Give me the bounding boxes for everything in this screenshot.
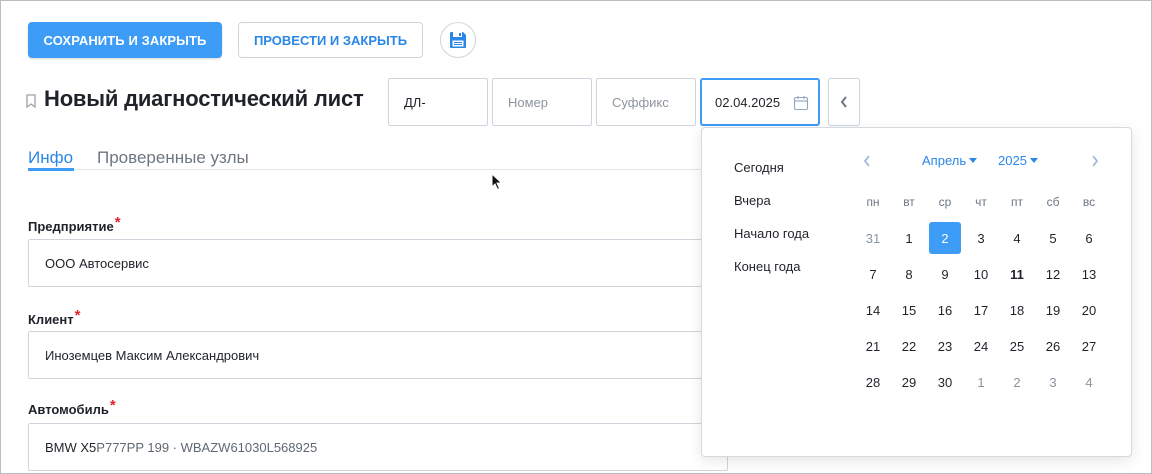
datepicker-popup: Сегодня Вчера Начало года Конец года Апр… xyxy=(701,127,1132,457)
car-label: Автомобиль* xyxy=(28,397,116,417)
calendar-day[interactable]: 3 xyxy=(1035,366,1071,398)
month-select[interactable]: Апрель xyxy=(922,153,978,168)
calendar-day[interactable]: 1 xyxy=(891,222,927,254)
calendar-week: 28 29 30 1 2 3 4 xyxy=(855,364,1107,400)
required-mark: * xyxy=(109,397,116,414)
company-value: ООО Автосервис xyxy=(45,255,149,271)
calendar-icon[interactable] xyxy=(793,95,809,111)
tab-info[interactable]: Инфо xyxy=(28,148,73,168)
save-and-close-button[interactable]: СОХРАНИТЬ И ЗАКРЫТЬ xyxy=(28,22,222,58)
quick-yesterday[interactable]: Вчера xyxy=(734,193,771,208)
calendar-day[interactable]: 8 xyxy=(891,258,927,290)
calendar-day[interactable]: 2 xyxy=(999,366,1035,398)
calendar-day[interactable]: 7 xyxy=(855,258,891,290)
calendar-day[interactable]: 25 xyxy=(999,330,1035,362)
quick-today[interactable]: Сегодня xyxy=(734,160,784,175)
mouse-cursor-icon xyxy=(491,173,503,191)
prefix-field[interactable]: ДЛ- xyxy=(388,78,488,126)
calendar-day[interactable]: 20 xyxy=(1071,294,1107,326)
required-mark: * xyxy=(74,307,81,324)
year-select[interactable]: 2025 xyxy=(998,153,1038,168)
calendar-week: 31 1 2 3 4 5 6 xyxy=(855,220,1107,256)
calendar-day[interactable]: 9 xyxy=(927,258,963,290)
calendar-day[interactable]: 12 xyxy=(1035,258,1071,290)
calendar-day[interactable]: 4 xyxy=(999,222,1035,254)
previous-date-button[interactable] xyxy=(828,78,860,126)
calendar-day[interactable]: 4 xyxy=(1071,366,1107,398)
calendar-day[interactable]: 6 xyxy=(1071,222,1107,254)
date-value: 02.04.2025 xyxy=(715,94,781,110)
save-button[interactable] xyxy=(440,22,476,58)
weekday-label: ср xyxy=(938,195,952,209)
post-and-close-button[interactable]: ПРОВЕСТИ И ЗАКРЫТЬ xyxy=(238,22,423,58)
tabs-divider xyxy=(28,169,728,170)
calendar-week: 21 22 23 24 25 26 27 xyxy=(855,328,1107,364)
caret-down-icon xyxy=(969,158,978,163)
suffix-placeholder: Суффикс xyxy=(612,94,669,110)
car-input[interactable]: BMW X5 P777PP 199 · WBAZW61030L568925 xyxy=(28,423,728,471)
calendar-day[interactable]: 5 xyxy=(1035,222,1071,254)
page-title: Новый диагностический лист xyxy=(44,86,364,111)
required-mark: * xyxy=(114,214,121,231)
calendar-day[interactable]: 17 xyxy=(963,294,999,326)
calendar-day[interactable]: 14 xyxy=(855,294,891,326)
company-label: Предприятие* xyxy=(28,214,121,234)
next-month-icon[interactable] xyxy=(1090,154,1100,168)
bookmark-icon[interactable] xyxy=(26,94,36,108)
prev-month-icon[interactable] xyxy=(862,154,872,168)
tab-active-indicator xyxy=(28,168,74,171)
car-model: BMW X5 xyxy=(45,439,97,455)
number-placeholder: Номер xyxy=(508,94,549,110)
calendar-day[interactable]: 23 xyxy=(927,330,963,362)
calendar-day[interactable]: 18 xyxy=(999,294,1035,326)
car-details: P777PP 199 · WBAZW61030L568925 xyxy=(96,439,318,455)
weekday-label: пн xyxy=(866,195,880,209)
calendar-day[interactable]: 19 xyxy=(1035,294,1071,326)
calendar-day[interactable]: 3 xyxy=(963,222,999,254)
weekday-label: сб xyxy=(1046,195,1060,209)
quick-year-start[interactable]: Начало года xyxy=(734,226,809,241)
quick-year-end[interactable]: Конец года xyxy=(734,259,801,274)
weekday-label: вс xyxy=(1082,195,1096,209)
calendar-week: 7 8 9 10 11 12 13 xyxy=(855,256,1107,292)
tab-checked-units[interactable]: Проверенные узлы xyxy=(97,148,249,168)
client-input[interactable]: Иноземцев Максим Александрович xyxy=(28,331,728,379)
calendar-day[interactable]: 15 xyxy=(891,294,927,326)
caret-down-icon xyxy=(1029,158,1038,163)
weekday-label: чт xyxy=(975,195,987,209)
calendar-day[interactable]: 28 xyxy=(855,366,891,398)
calendar-day[interactable]: 26 xyxy=(1035,330,1071,362)
calendar-day-selected[interactable]: 2 xyxy=(929,222,961,254)
number-field[interactable]: Номер xyxy=(492,78,592,126)
calendar-day[interactable]: 29 xyxy=(891,366,927,398)
company-input[interactable]: ООО Автосервис xyxy=(28,239,728,287)
calendar-day[interactable]: 21 xyxy=(855,330,891,362)
floppy-disk-icon xyxy=(450,32,466,48)
calendar-day[interactable]: 16 xyxy=(927,294,963,326)
weekday-label: пт xyxy=(1011,195,1023,209)
client-label: Клиент* xyxy=(28,307,81,327)
calendar-day-today[interactable]: 11 xyxy=(999,258,1035,290)
calendar-day[interactable]: 24 xyxy=(963,330,999,362)
calendar-day[interactable]: 10 xyxy=(963,258,999,290)
client-value: Иноземцев Максим Александрович xyxy=(45,347,260,363)
weekday-label: вт xyxy=(903,195,915,209)
date-field[interactable]: 02.04.2025 xyxy=(700,78,820,126)
calendar-day[interactable]: 1 xyxy=(963,366,999,398)
calendar-grid: пн вт ср чт пт сб вс 31 1 2 3 4 5 6 7 8 … xyxy=(855,192,1107,400)
suffix-field[interactable]: Суффикс xyxy=(596,78,696,126)
calendar-day[interactable]: 13 xyxy=(1071,258,1107,290)
prefix-value: ДЛ- xyxy=(404,94,426,110)
chevron-left-icon xyxy=(840,96,847,108)
weekday-header: пн вт ср чт пт сб вс xyxy=(855,192,1107,212)
calendar-day[interactable]: 31 xyxy=(855,222,891,254)
calendar-week: 14 15 16 17 18 19 20 xyxy=(855,292,1107,328)
calendar-day[interactable]: 27 xyxy=(1071,330,1107,362)
calendar-day[interactable]: 30 xyxy=(927,366,963,398)
calendar-day[interactable]: 22 xyxy=(891,330,927,362)
